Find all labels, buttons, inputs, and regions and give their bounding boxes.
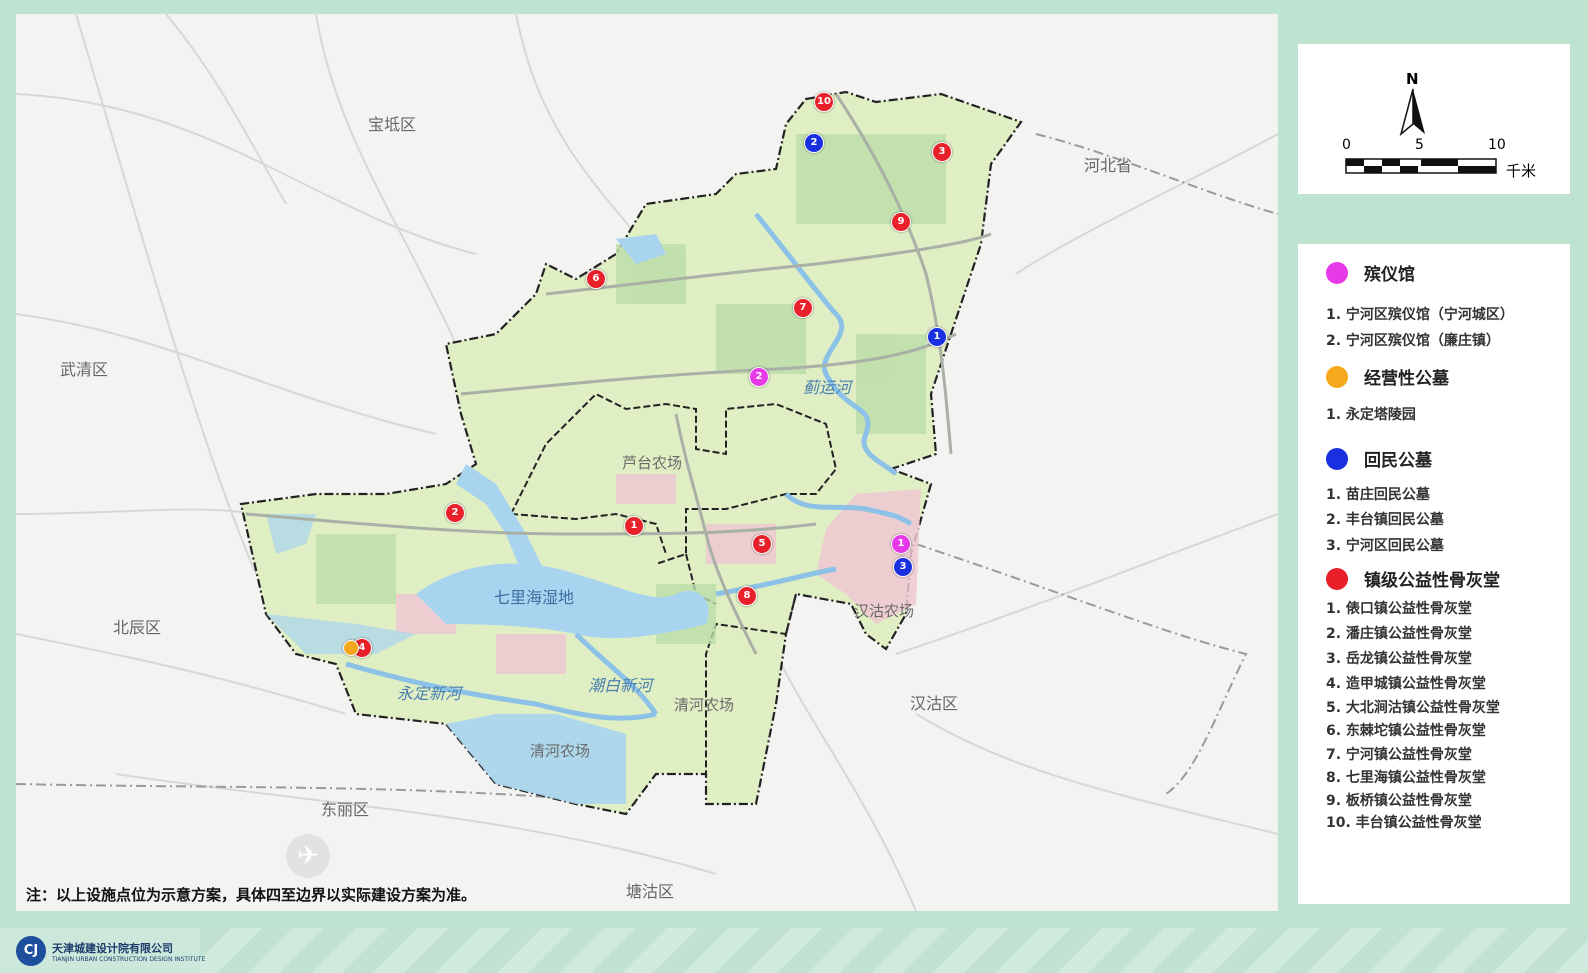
legend-item: 3. 岳龙镇公益性骨灰堂: [1326, 651, 1472, 667]
water-label-yongding: 永定新河: [397, 684, 462, 703]
marker-red-1[interactable]: 1: [624, 516, 644, 536]
marker-red-7[interactable]: 7: [793, 298, 813, 318]
map-panel[interactable]: 宝坻区 河北省 武清区 北辰区 东丽区 汉沽区 塘沽区 芦台农场 汉沽农场 清河…: [16, 14, 1278, 911]
legend-item: 10. 丰台镇公益性骨灰堂: [1326, 815, 1482, 831]
legend-item: 2. 潘庄镇公益性骨灰堂: [1326, 626, 1472, 642]
legend-item: 1. 永定塔陵园: [1326, 407, 1416, 423]
footer-pattern: [200, 928, 1588, 973]
company-name-en: TIANJIN URBAN CONSTRUCTION DESIGN INSTIT…: [52, 955, 206, 963]
company-name-cn: 天津城建设计院有限公司: [52, 941, 173, 955]
legend-dot-orange: [1326, 365, 1348, 388]
legend-item: 6. 东棘坨镇公益性骨灰堂: [1326, 723, 1486, 739]
scale-tick-5: 5: [1415, 137, 1424, 153]
legend-cat-funeral-home: 殡仪馆: [1326, 260, 1415, 285]
district-label-baodi: 宝坻区: [368, 115, 417, 134]
legend-cat-columbarium: 镇级公益性骨灰堂: [1326, 566, 1500, 591]
legend-item: 4. 造甲城镇公益性骨灰堂: [1326, 676, 1486, 692]
farm-label-hangu: 汉沽农场: [854, 602, 915, 620]
legend-item: 1. 俵口镇公益性骨灰堂: [1326, 601, 1472, 617]
scale-tick-0: 0: [1342, 137, 1351, 153]
district-label-dongli: 东丽区: [321, 800, 370, 819]
scale-box: N 0 5 10 千米: [1298, 44, 1570, 194]
farm-label-qinghe-1: 清河农场: [674, 696, 735, 714]
legend-panel: 殡仪馆 1. 宁河区殡仪馆（宁河城区） 2. 宁河区殡仪馆（廉庄镇） 经营性公墓…: [1298, 244, 1570, 904]
farm-label-lutai: 芦台农场: [622, 454, 683, 472]
marker-red-6[interactable]: 6: [586, 269, 606, 289]
company-logo: CJ 天津城建设计院有限公司 TIANJIN URBAN CONSTRUCTIO…: [16, 936, 205, 966]
water-label-chaobai: 潮白新河: [588, 676, 653, 695]
legend-item: 2. 宁河区殡仪馆（廉庄镇）: [1326, 333, 1500, 349]
legend-item: 8. 七里海镇公益性骨灰堂: [1326, 770, 1486, 786]
scale-tick-10: 10: [1488, 137, 1506, 153]
marker-red-9[interactable]: 9: [891, 212, 911, 232]
legend-item: 7. 宁河镇公益性骨灰堂: [1326, 747, 1472, 763]
marker-red-3[interactable]: 3: [932, 142, 952, 162]
district-label-beichen: 北辰区: [113, 618, 162, 637]
district-label-tanggu: 塘沽区: [626, 882, 675, 901]
scale-unit: 千米: [1506, 162, 1537, 180]
legend-dot-blue: [1326, 447, 1348, 470]
legend-item: 1. 宁河区殡仪馆（宁河城区）: [1326, 307, 1514, 323]
legend-item: 9. 板桥镇公益性骨灰堂: [1326, 793, 1472, 809]
legend-item: 2. 丰台镇回民公墓: [1326, 512, 1444, 528]
marker-red-5[interactable]: 5: [752, 534, 772, 554]
marker-magenta-2[interactable]: 2: [749, 367, 769, 387]
marker-blue-3[interactable]: 3: [893, 557, 913, 577]
legend-cat-hui-cemetery: 回民公墓: [1326, 446, 1432, 471]
water-label-qilihai: 七里海湿地: [494, 588, 575, 607]
marker-orange-1[interactable]: [343, 640, 359, 656]
marker-red-8[interactable]: 8: [737, 586, 757, 606]
legend-dot-red: [1326, 567, 1348, 590]
marker-red-10[interactable]: 10: [814, 92, 834, 112]
district-label-hangu: 汉沽区: [910, 694, 959, 713]
airport-icon: ✈: [286, 834, 330, 878]
legend-item: 3. 宁河区回民公墓: [1326, 538, 1444, 554]
water-label-jiyun: 蓟运河: [803, 378, 852, 397]
marker-blue-1[interactable]: 1: [927, 327, 947, 347]
legend-cat-commercial-cemetery: 经营性公墓: [1326, 364, 1449, 389]
legend-dot-magenta: [1326, 261, 1348, 284]
district-label-wuqing: 武清区: [60, 360, 109, 379]
footer-bar: CJ 天津城建设计院有限公司 TIANJIN URBAN CONSTRUCTIO…: [0, 928, 1588, 973]
marker-magenta-1[interactable]: 1: [891, 534, 911, 554]
marker-red-2[interactable]: 2: [445, 503, 465, 523]
district-label-hebei: 河北省: [1084, 156, 1133, 175]
logo-mark-icon: CJ: [16, 936, 46, 966]
legend-item: 1. 苗庄回民公墓: [1326, 487, 1430, 503]
legend-item: 5. 大北涧沽镇公益性骨灰堂: [1326, 700, 1500, 716]
farm-label-qinghe-2: 清河农场: [530, 742, 591, 760]
map-note: 注：以上设施点位为示意方案，具体四至边界以实际建设方案为准。: [26, 886, 477, 904]
marker-blue-2[interactable]: 2: [804, 133, 824, 153]
